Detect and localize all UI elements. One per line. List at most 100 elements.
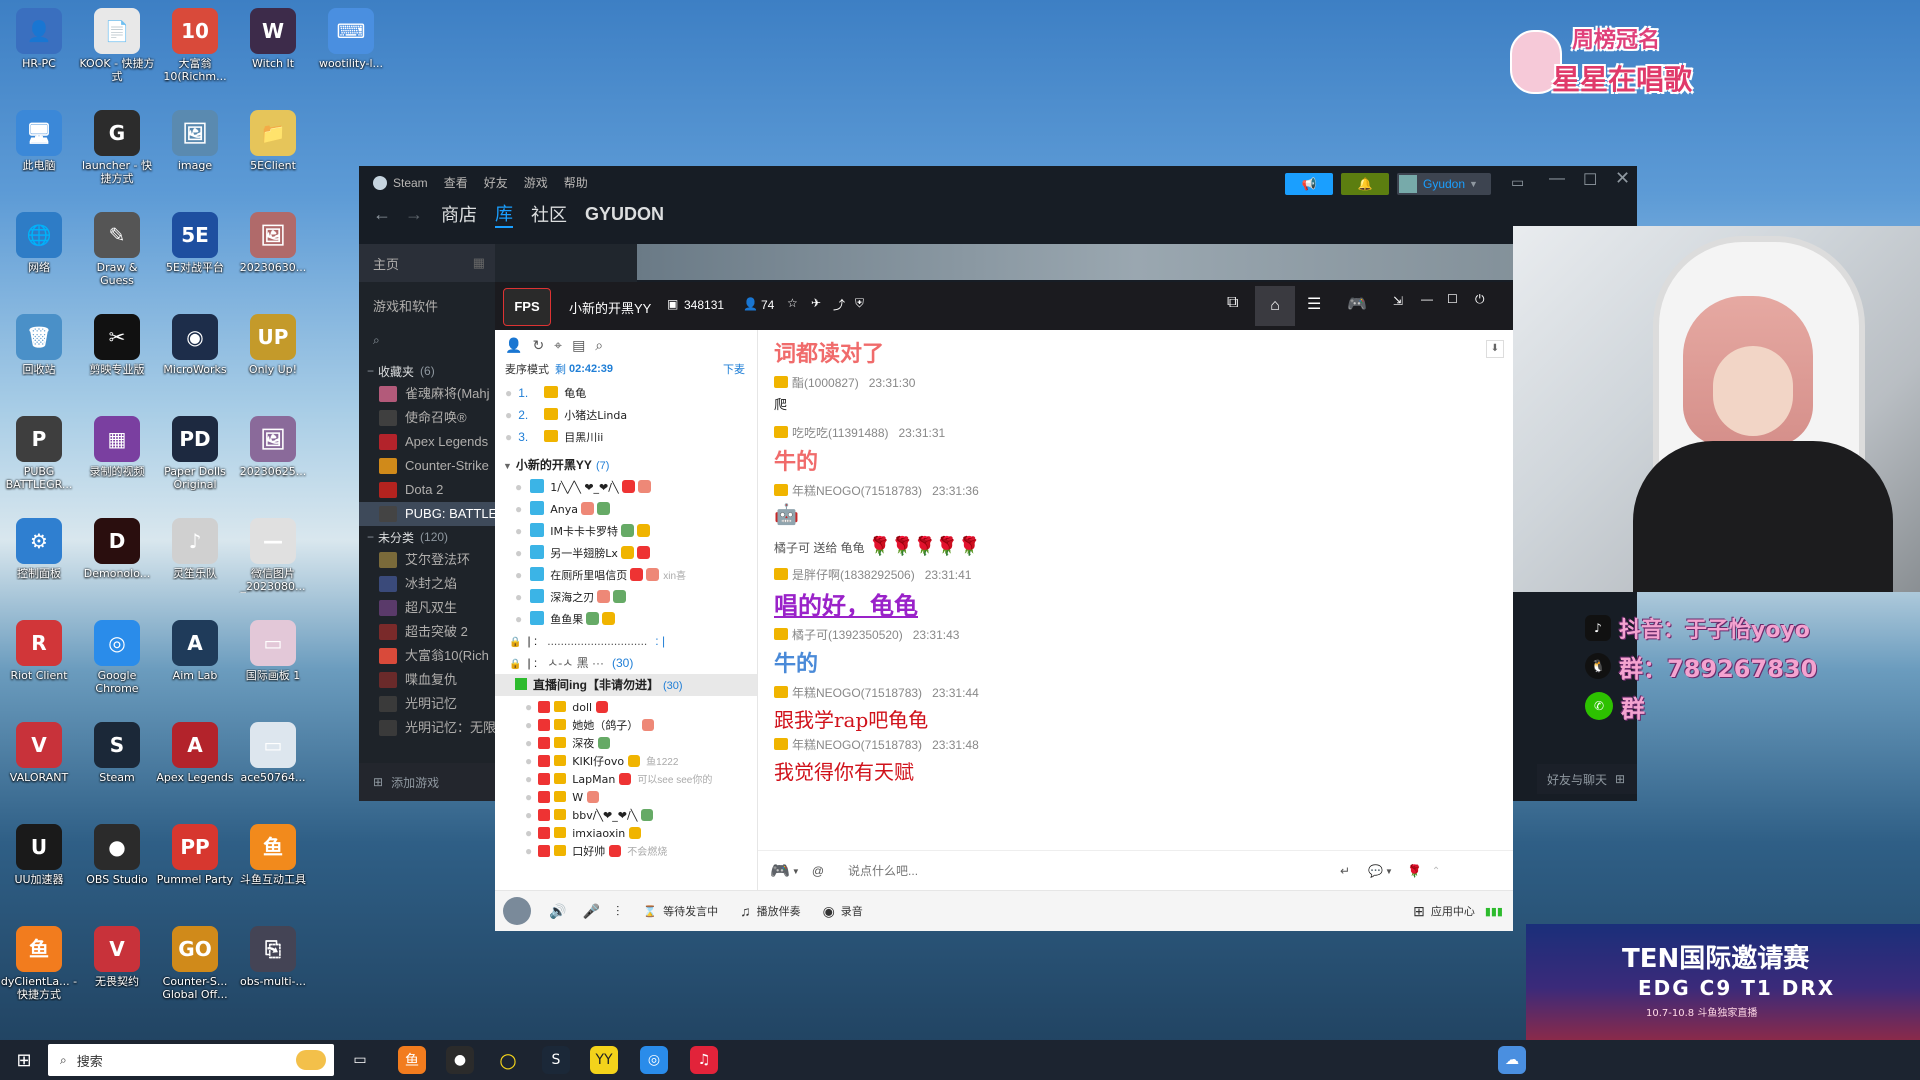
desktop-icon[interactable]: R Riot Client	[0, 620, 78, 682]
channel-group-header[interactable]: ▼ 小新的开黑YY (7)	[503, 454, 757, 476]
expand-up-icon[interactable]: ⌃	[1432, 866, 1440, 877]
desktop-icon[interactable]: ◉ MicroWorks	[156, 314, 234, 376]
chevron-down-icon[interactable]: ▼	[792, 867, 800, 876]
chat-username[interactable]: 橘子可(1392350520)	[792, 628, 903, 642]
location-icon[interactable]: ⌖	[554, 337, 562, 354]
minimize-icon[interactable]: —	[1421, 292, 1433, 306]
desktop-icon[interactable]: 🖼 20230625...	[234, 416, 312, 478]
desktop-icon[interactable]: PD Paper Dolls Original	[156, 416, 234, 491]
chat-username[interactable]: 年糕NEOGO(71518783)	[792, 484, 922, 498]
sub-channel[interactable]: 🔒 | :..............................: |	[509, 630, 757, 652]
my-avatar[interactable]	[503, 897, 531, 925]
mic-queue-item[interactable]: ● 3. 目黑川ii	[505, 426, 757, 448]
user-menu[interactable]: Gyudon ▼	[1397, 173, 1491, 195]
filter-dropdown[interactable]: 游戏和软件	[359, 290, 495, 320]
channel-member[interactable]: ● 另一半翅膀Lx	[515, 542, 757, 564]
nav-community[interactable]: 社区	[531, 201, 567, 227]
chat-input[interactable]	[846, 863, 1331, 879]
desktop-icon[interactable]: ⌨ wootility-l...	[312, 8, 390, 70]
desktop-icon[interactable]: ▦ 录制的视频	[78, 416, 156, 478]
desktop-icon[interactable]: ⎘ obs-multi-...	[234, 926, 312, 988]
desktop-icon[interactable]: 🖥 此电脑	[0, 110, 78, 172]
nav-store[interactable]: 商店	[441, 201, 477, 227]
desktop-icon[interactable]: 📁 5EClient	[234, 110, 312, 172]
desktop-icon[interactable]: 🗑 回收站	[0, 314, 78, 376]
user-icon[interactable]: 👤	[505, 337, 522, 354]
desktop-icon[interactable]: U UU加速器	[0, 824, 78, 886]
desktop-icon[interactable]: ⚙ 控制面板	[0, 518, 78, 580]
obs-taskbar-icon[interactable]: ●	[446, 1046, 474, 1074]
notes-icon[interactable]: ▤	[572, 337, 585, 354]
channel-member[interactable]: ● 1/╲╱╲ ❤_❤/╲	[515, 476, 757, 498]
shield-icon[interactable]: ⛨	[855, 296, 864, 311]
library-game-item[interactable]: 大富翁10(Rich	[359, 644, 495, 668]
desktop-icon[interactable]: ✂ 剪映专业版	[78, 314, 156, 376]
library-game-item[interactable]: 艾尔登法环	[359, 548, 495, 572]
desktop-icon[interactable]: 鱼 dyClientLa... - 快捷方式	[0, 926, 78, 1001]
equalizer-icon[interactable]: ⫶	[616, 903, 620, 920]
desktop-icon[interactable]: ♪ 灵笙乐队	[156, 518, 234, 580]
grid-view-icon[interactable]: ▦	[473, 255, 485, 271]
broadcast-button[interactable]: 📢	[1285, 173, 1333, 195]
desktop-icon[interactable]: ● OBS Studio	[78, 824, 156, 886]
chat-username[interactable]: 年糕NEOGO(71518783)	[792, 738, 922, 752]
desktop-icon[interactable]: W Witch It	[234, 8, 312, 70]
library-game-item[interactable]: 冰封之焰	[359, 572, 495, 596]
menu-help[interactable]: 帮助	[564, 174, 588, 191]
steam-taskbar-icon[interactable]: S	[542, 1046, 570, 1074]
desktop-icon[interactable]: 👤 HR-PC	[0, 8, 78, 70]
mic-down-link[interactable]: 下麦	[723, 361, 745, 377]
scroll-to-bottom-icon[interactable]: ⬇	[1486, 340, 1504, 358]
sub-channel[interactable]: 🔒 | : ㅅ-ㅅ 黑 ··· (30)	[509, 652, 757, 674]
library-game-item[interactable]: Apex Legends	[359, 430, 495, 454]
live-channel-member[interactable]: ● 口好帅 不会燃烧	[525, 840, 757, 862]
chrome-taskbar-icon[interactable]: ◎	[640, 1046, 668, 1074]
menu-steam[interactable]: Steam	[393, 176, 428, 190]
uncategorized-header[interactable]: − 未分类 (120)	[359, 526, 495, 548]
channel-member[interactable]: ● 深海之刃	[515, 586, 757, 608]
desktop-icon[interactable]: PP Pummel Party	[156, 824, 234, 886]
channel-member[interactable]: ● 鱼鱼果	[515, 608, 757, 630]
library-game-item[interactable]: 使命召唤®	[359, 406, 495, 430]
forward-arrow-icon[interactable]: →	[405, 204, 423, 225]
game-emoji-icon[interactable]: 🎮	[770, 861, 790, 881]
big-picture-icon[interactable]: ▭	[1511, 174, 1524, 191]
library-game-item[interactable]: PUBG: BATTLE	[359, 502, 495, 526]
back-arrow-icon[interactable]: ←	[373, 204, 391, 225]
library-game-item[interactable]: 喋血复仇	[359, 668, 495, 692]
desktop-icon[interactable]: 5E 5E对战平台	[156, 212, 234, 274]
nav-profile[interactable]: GYUDON	[585, 204, 664, 225]
desktop-icon[interactable]: S Steam	[78, 722, 156, 784]
tray-app-icon[interactable]: ☁	[1498, 1046, 1526, 1074]
add-game-button[interactable]: ⊞ 添加游戏	[359, 763, 509, 801]
library-game-item[interactable]: Dota 2	[359, 478, 495, 502]
list-icon[interactable]: ☰	[1307, 294, 1321, 314]
library-game-item[interactable]: Counter-Strike	[359, 454, 495, 478]
nav-library[interactable]: 库	[495, 200, 513, 228]
screen-share-icon[interactable]: ⧉	[1227, 294, 1238, 312]
power-icon[interactable]: ⏻	[1475, 292, 1485, 307]
desktop-icon[interactable]: GO Counter-S... Global Off...	[156, 926, 234, 1001]
desktop-icon[interactable]: 10 大富翁10(Richm...	[156, 8, 234, 83]
chat-username[interactable]: 年糕NEOGO(71518783)	[792, 686, 922, 700]
desktop-icon[interactable]: P PUBG BATTLEGR...	[0, 416, 78, 491]
emoji-bubble-icon[interactable]: 💬	[1368, 864, 1383, 878]
desktop-icon[interactable]: A Aim Lab	[156, 620, 234, 682]
home-icon[interactable]: ⌂	[1255, 286, 1295, 326]
play-music-label[interactable]: 播放伴奏	[757, 903, 801, 919]
desktop-icon[interactable]: — 微信图片_2023080...	[234, 518, 312, 593]
channel-member[interactable]: ● IM卡卡卡罗特	[515, 520, 757, 542]
download-icon[interactable]: ⇲	[1393, 294, 1403, 308]
live-channel-header[interactable]: 直播间ing【非请勿进】 (30)	[495, 674, 757, 696]
desktop-icon[interactable]: 🌐 网络	[0, 212, 78, 274]
library-search[interactable]: ⌕	[359, 326, 495, 354]
norton-taskbar-icon[interactable]: ○	[494, 1046, 522, 1074]
yy-taskbar-icon[interactable]: YY	[590, 1046, 618, 1074]
desktop-icon[interactable]: V 无畏契约	[78, 926, 156, 988]
desktop-icon[interactable]: 🖼 image	[156, 110, 234, 172]
netease-music-taskbar-icon[interactable]: ♫	[690, 1046, 718, 1074]
desktop-icon[interactable]: UP Only Up!	[234, 314, 312, 376]
library-game-item[interactable]: 雀魂麻将(Mahj	[359, 382, 495, 406]
channel-member[interactable]: ● 在厕所里唱信页 xin喜	[515, 564, 757, 586]
desktop-icon[interactable]: 📄 KOOK - 快捷方式	[78, 8, 156, 83]
